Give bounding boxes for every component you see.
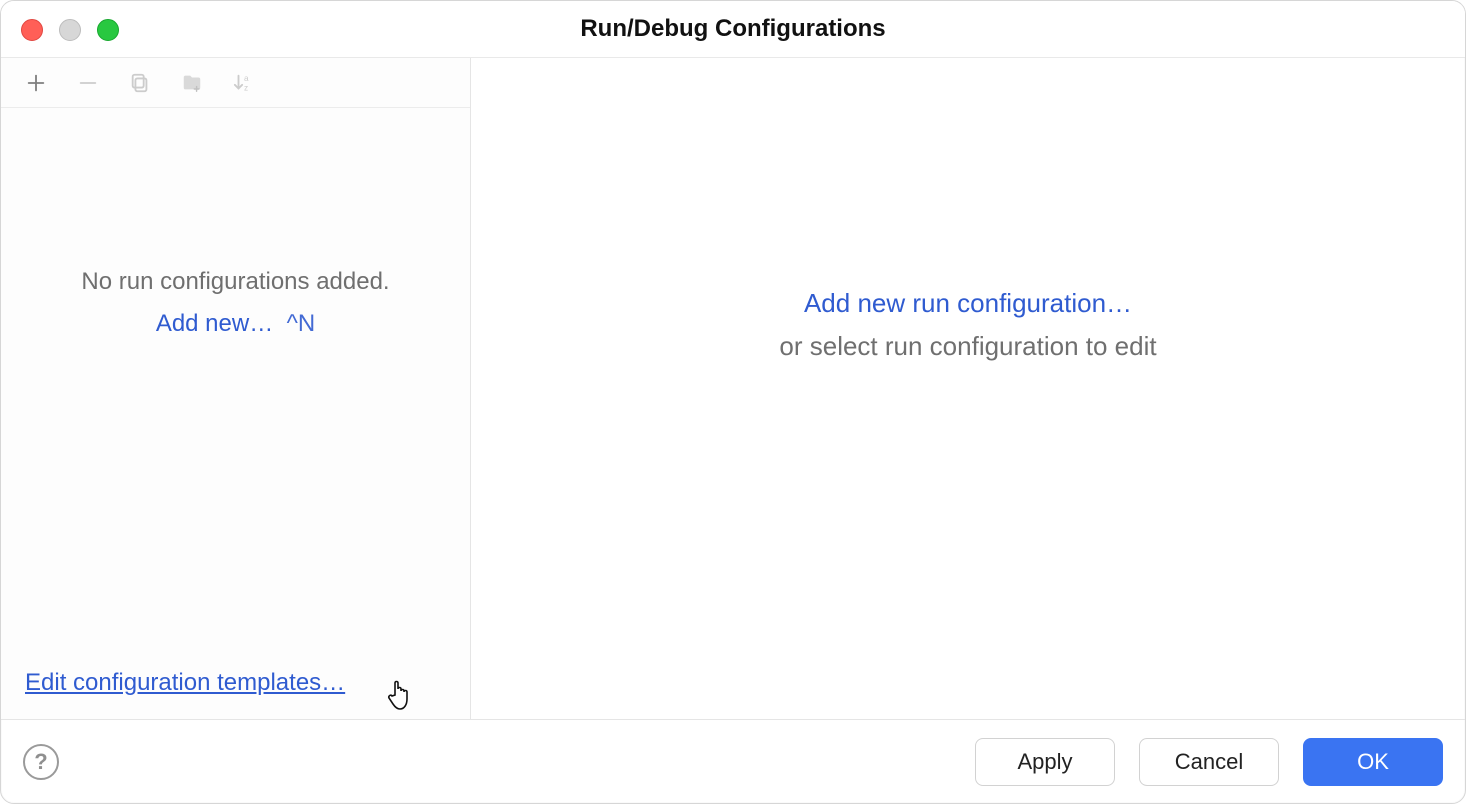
remove-configuration-button[interactable] bbox=[73, 68, 103, 98]
sort-az-button[interactable]: az bbox=[229, 68, 259, 98]
svg-text:z: z bbox=[244, 83, 248, 92]
sidebar-empty-text: No run configurations added. bbox=[17, 268, 454, 296]
content-panel: Add new run configuration… or select run… bbox=[471, 58, 1465, 719]
minus-icon bbox=[77, 72, 99, 94]
close-window-button[interactable] bbox=[21, 19, 43, 41]
main-area: az No run configurations added. Add new…… bbox=[1, 57, 1465, 719]
sidebar-toolbar: az bbox=[1, 58, 470, 108]
content-or-select-text: or select run configuration to edit bbox=[471, 331, 1465, 362]
folder-icon bbox=[181, 72, 203, 94]
edit-configuration-templates-link[interactable]: Edit configuration templates… bbox=[25, 669, 345, 696]
window-title: Run/Debug Configurations bbox=[580, 15, 885, 43]
ok-button[interactable]: OK bbox=[1303, 738, 1443, 786]
cancel-button[interactable]: Cancel bbox=[1139, 738, 1279, 786]
plus-icon bbox=[25, 72, 47, 94]
dialog-footer: ? Apply Cancel OK bbox=[1, 719, 1465, 803]
sidebar-body: No run configurations added. Add new… ^N… bbox=[1, 108, 470, 719]
pointer-cursor-icon bbox=[385, 675, 417, 715]
titlebar: Run/Debug Configurations bbox=[1, 1, 1465, 57]
save-to-folder-button[interactable] bbox=[177, 68, 207, 98]
sidebar-empty-state: No run configurations added. Add new… ^N bbox=[1, 268, 470, 338]
help-button[interactable]: ? bbox=[23, 744, 59, 780]
minimize-window-button[interactable] bbox=[59, 19, 81, 41]
content-empty-state: Add new run configuration… or select run… bbox=[471, 288, 1465, 362]
window-controls bbox=[21, 19, 119, 41]
copy-configuration-button[interactable] bbox=[125, 68, 155, 98]
add-configuration-button[interactable] bbox=[21, 68, 51, 98]
copy-icon bbox=[129, 72, 151, 94]
sidebar-add-new-shortcut: ^N bbox=[287, 310, 316, 337]
content-add-new-link[interactable]: Add new run configuration… bbox=[471, 288, 1465, 319]
sidebar-add-new-link[interactable]: Add new… bbox=[156, 310, 273, 337]
dialog-run-debug-configurations: Run/Debug Configurations az bbox=[0, 0, 1466, 804]
sidebar-bottom-links: Edit configuration templates… bbox=[25, 669, 345, 697]
sidebar: az No run configurations added. Add new…… bbox=[1, 58, 471, 719]
apply-button[interactable]: Apply bbox=[975, 738, 1115, 786]
sort-az-icon: az bbox=[233, 72, 255, 94]
zoom-window-button[interactable] bbox=[97, 19, 119, 41]
svg-text:a: a bbox=[244, 74, 249, 83]
